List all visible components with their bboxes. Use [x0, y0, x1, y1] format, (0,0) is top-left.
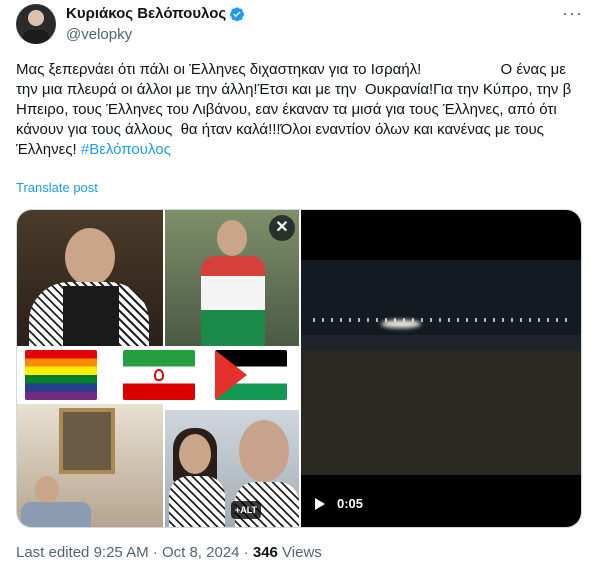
- author-name[interactable]: Κυριάκος Βελόπουλος: [66, 5, 226, 22]
- video-duration: 0:05: [337, 496, 364, 511]
- iran-flag: [123, 350, 195, 400]
- video-player[interactable]: 0:05: [301, 210, 581, 527]
- person-head: [179, 434, 211, 474]
- post-time[interactable]: 9:25 AM: [94, 544, 149, 561]
- post-date[interactable]: Oct 8, 2024: [162, 544, 240, 561]
- more-options-icon[interactable]: ···: [562, 4, 582, 26]
- palestine-triangle: [215, 350, 247, 400]
- post-header: Κυριάκος Βελόπουλος @velopky ···: [16, 0, 582, 50]
- post-meta: Last edited 9:25 AM · Oct 8, 2024 · 346 …: [16, 544, 322, 561]
- alt-badge[interactable]: +ALT: [231, 501, 261, 519]
- collage-photo-man-keffiyeh: [17, 210, 163, 346]
- shirt: [21, 502, 91, 527]
- person-head: [217, 220, 247, 256]
- horizon-lights: [313, 318, 573, 322]
- flag-shirt: [201, 256, 265, 346]
- translate-post-link[interactable]: Translate post: [16, 180, 98, 195]
- shirt: [63, 286, 119, 346]
- avatar-figure: [22, 30, 50, 44]
- avatar[interactable]: [16, 4, 56, 44]
- meta-separator: ·: [148, 544, 162, 561]
- rainbow-flag: [25, 350, 97, 400]
- collage-photo-portrait-room: [17, 404, 163, 527]
- author-handle[interactable]: @velopky: [66, 26, 132, 43]
- views-label: Views: [277, 544, 322, 561]
- author-name-row[interactable]: Κυριάκος Βελόπουλος: [66, 5, 245, 22]
- verified-badge-icon: [230, 6, 245, 21]
- close-icon[interactable]: ✕: [269, 215, 295, 241]
- hashtag-link[interactable]: #Βελόπουλος: [81, 141, 171, 158]
- post-text: Μας ξεπερνάει ότι πάλι οι Έλληνες διχαστ…: [16, 60, 582, 160]
- collage-image[interactable]: ✕ +ALT: [17, 210, 299, 527]
- iran-emblem: [154, 369, 164, 381]
- palestine-flag: [215, 350, 287, 400]
- framed-portrait: [59, 408, 115, 474]
- views-count: 346: [252, 544, 278, 561]
- media-container: ✕ +ALT 0:05: [16, 209, 582, 528]
- edited-prefix[interactable]: Last edited: [16, 544, 94, 561]
- meta-separator: ·: [239, 544, 253, 561]
- play-icon[interactable]: [315, 498, 325, 510]
- person-head: [35, 476, 59, 504]
- keffiyeh-scarf: [169, 476, 225, 527]
- light-glow: [381, 320, 421, 328]
- person-head: [239, 420, 289, 482]
- person-head: [65, 228, 115, 286]
- video-frame: [301, 260, 581, 475]
